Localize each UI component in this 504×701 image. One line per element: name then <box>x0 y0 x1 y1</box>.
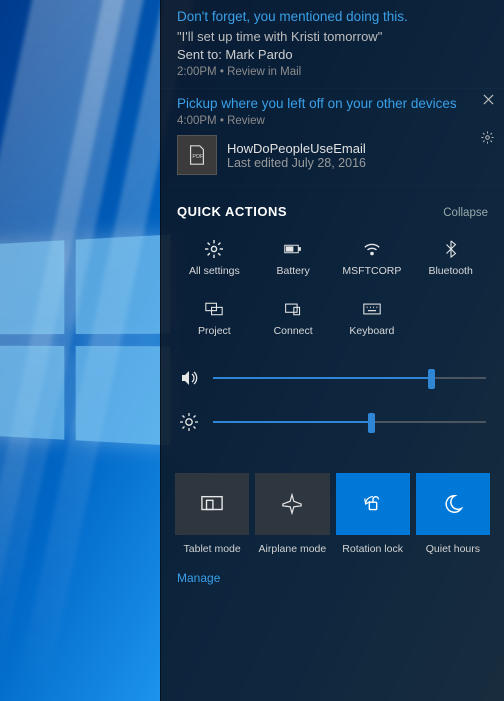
notification-meta: 4:00PMReview <box>177 115 488 127</box>
tile-label: Rotation lock <box>336 543 410 555</box>
tile-tablet-mode[interactable] <box>175 473 249 535</box>
sliders-section <box>161 347 504 463</box>
close-icon[interactable] <box>483 93 494 108</box>
notification-body-quote: "I'll set up time with Kristi tomorrow" <box>177 28 488 46</box>
gear-icon[interactable] <box>481 131 494 147</box>
qa-all-settings[interactable]: All settings <box>177 231 252 287</box>
tile-label: Quiet hours <box>416 543 490 555</box>
keyboard-icon <box>337 297 408 321</box>
manage-link[interactable]: Manage <box>161 555 504 585</box>
qa-project[interactable]: Project <box>177 291 252 347</box>
brightness-icon <box>179 413 199 431</box>
quick-actions-title: QUICK ACTIONS <box>177 204 287 219</box>
tile-label: Tablet mode <box>175 543 249 555</box>
qa-keyboard[interactable]: Keyboard <box>335 291 410 347</box>
volume-slider-row <box>179 369 486 387</box>
windows-logo <box>0 235 170 446</box>
quick-actions-section: QUICK ACTIONS Collapse All settings Batt… <box>161 186 504 347</box>
collapse-link[interactable]: Collapse <box>443 207 488 219</box>
notification-resume-devices[interactable]: Pickup where you left off on your other … <box>161 89 504 186</box>
notification-meta: 2:00PMReview in Mail <box>177 66 488 78</box>
notification-title-link[interactable]: Don't forget, you mentioned doing this. <box>177 8 488 26</box>
project-icon <box>179 297 250 321</box>
wifi-icon <box>337 237 408 261</box>
bluetooth-icon <box>415 237 486 261</box>
notifications-list: Don't forget, you mentioned doing this. … <box>161 0 504 186</box>
qa-battery[interactable]: Battery <box>256 231 331 287</box>
action-center-panel: Don't forget, you mentioned doing this. … <box>160 0 504 701</box>
tiles-row <box>161 463 504 539</box>
notification-sent-to: Sent to: Mark Pardo <box>177 46 488 64</box>
file-edited: Last edited July 28, 2016 <box>227 156 366 170</box>
pdf-icon: PDF <box>177 135 217 175</box>
qa-connect[interactable]: Connect <box>256 291 331 347</box>
svg-text:PDF: PDF <box>192 154 204 160</box>
connect-icon <box>258 297 329 321</box>
tile-label: Airplane mode <box>255 543 329 555</box>
qa-bluetooth[interactable]: Bluetooth <box>413 231 488 287</box>
tile-airplane-mode[interactable] <box>255 473 329 535</box>
file-name: HowDoPeopleUseEmail <box>227 141 366 156</box>
notification-cortana-reminder[interactable]: Don't forget, you mentioned doing this. … <box>161 2 504 89</box>
qa-wifi[interactable]: MSFTCORP <box>335 231 410 287</box>
battery-icon <box>258 237 329 261</box>
brightness-slider[interactable] <box>213 415 486 429</box>
gear-icon <box>179 237 250 261</box>
notification-title-link[interactable]: Pickup where you left off on your other … <box>177 95 488 113</box>
tile-quiet-hours[interactable] <box>416 473 490 535</box>
volume-icon <box>179 369 199 387</box>
brightness-slider-row <box>179 413 486 431</box>
tile-labels: Tablet mode Airplane mode Rotation lock … <box>161 539 504 555</box>
tile-rotation-lock[interactable] <box>336 473 410 535</box>
notification-file-row[interactable]: PDF HowDoPeopleUseEmail Last edited July… <box>177 135 488 175</box>
volume-slider[interactable] <box>213 371 486 385</box>
